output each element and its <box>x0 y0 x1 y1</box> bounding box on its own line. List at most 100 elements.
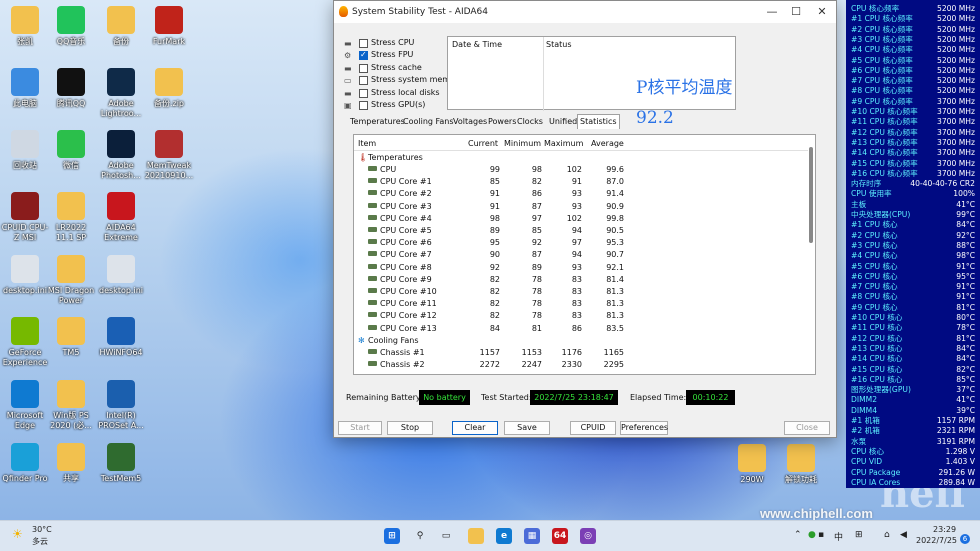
tab-cooling-fans[interactable]: Cooling Fans <box>401 115 456 129</box>
desktop-icon[interactable]: FurMark <box>144 6 194 47</box>
tab-voltages[interactable]: Voltages <box>451 115 489 129</box>
task-view-icon[interactable]: ▭ <box>438 528 454 544</box>
cpuid-button[interactable]: CPUID <box>570 421 616 435</box>
clock-date[interactable]: 2022/7/25 <box>916 536 957 545</box>
desktop-icon[interactable]: HWiNFO64 <box>96 317 146 358</box>
notification-badge[interactable]: 6 <box>960 534 970 544</box>
table-row[interactable]: CPU Core #5 89 85 94 90.5 <box>354 225 808 237</box>
table-row[interactable]: CPU Core #2 91 86 93 91.4 <box>354 188 808 200</box>
desktop-icon[interactable]: GeForce Experience <box>0 317 50 368</box>
desktop-icon[interactable]: TM5 <box>46 317 96 358</box>
table-row[interactable]: CPU Core #12 82 78 83 81.3 <box>354 310 808 322</box>
col-item[interactable]: Item <box>358 139 376 148</box>
checkbox[interactable] <box>359 50 368 60</box>
minimize-button[interactable]: — <box>764 4 780 20</box>
preferences-button[interactable]: Preferences <box>620 421 668 435</box>
maximize-button[interactable]: ☐ <box>788 4 804 20</box>
desktop-icon[interactable]: MemTweak 20210910... <box>144 130 194 181</box>
tray-app-icon[interactable]: ▪ <box>818 530 824 540</box>
start-menu-icon[interactable]: ⊞ <box>384 528 400 544</box>
close-window-button[interactable]: ✕ <box>814 4 830 20</box>
desktop-icon[interactable]: Adobe Photosh... <box>96 130 146 181</box>
table-row[interactable]: CPU Core #9 82 78 83 81.4 <box>354 274 808 286</box>
table-row[interactable]: CPU Core #4 98 97 102 99.8 <box>354 213 808 225</box>
edge-icon[interactable]: e <box>496 528 512 544</box>
desktop-icon[interactable]: desktop.ini <box>96 255 146 296</box>
volume-icon[interactable]: ◀ <box>900 530 907 540</box>
desktop-icon[interactable]: MSI Dragon Power <box>46 255 96 306</box>
desktop-icon[interactable]: 张凯 <box>0 6 50 47</box>
store-icon[interactable]: ▦ <box>524 528 540 544</box>
desktop-icon[interactable]: Microsoft Edge <box>0 380 50 431</box>
desktop-icon[interactable]: 解锁功耗 <box>776 444 826 485</box>
table-row[interactable]: CPU Core #6 95 92 97 95.3 <box>354 237 808 249</box>
clear-button[interactable]: Clear <box>452 421 498 435</box>
table-row[interactable]: CPU Core #10 82 78 83 81.3 <box>354 286 808 298</box>
desktop-icon[interactable]: 腾讯QQ <box>46 68 96 109</box>
tab-temperatures[interactable]: Temperatures <box>348 115 407 129</box>
checkbox[interactable] <box>359 101 368 110</box>
tray-overflow-icon[interactable]: ⌃ <box>794 530 802 540</box>
desktop-icon[interactable]: TestMem5 <box>96 443 146 484</box>
weather-temp[interactable]: 30°C <box>32 525 52 534</box>
desktop-icon[interactable]: desktop.ini <box>0 255 50 296</box>
col-current[interactable]: Current <box>468 139 498 148</box>
desktop-icon[interactable]: Adobe Lightroo... <box>96 68 146 119</box>
table-row[interactable]: CPU 99 98 102 99.6 <box>354 164 808 176</box>
checkbox[interactable] <box>359 39 368 48</box>
col-minimum[interactable]: Minimum <box>504 139 541 148</box>
desktop-icon[interactable]: 共享 <box>46 443 96 484</box>
table-row[interactable]: CPU Core #8 92 89 93 92.1 <box>354 262 808 274</box>
aida64-taskbar-icon[interactable]: 64 <box>552 528 568 544</box>
table-row[interactable]: Chassis #1 1157 1153 1176 1165 <box>354 347 808 359</box>
weather-desc[interactable]: 多云 <box>32 536 48 547</box>
tab-clocks[interactable]: Clocks <box>515 115 545 129</box>
desktop-icon[interactable]: 此电脑 <box>0 68 50 109</box>
desktop-icon[interactable]: Intel(R) PROSet A... <box>96 380 146 431</box>
group-row[interactable]: ✻ Cooling Fans <box>354 335 808 347</box>
tab-statistics[interactable]: Statistics <box>577 114 620 129</box>
tab-unified[interactable]: Unified <box>547 115 579 129</box>
desktop-icon[interactable]: QQ音乐 <box>46 6 96 47</box>
table-row[interactable]: CPU Core #11 82 78 83 81.3 <box>354 298 808 310</box>
weather-icon[interactable]: ☀ <box>12 527 23 541</box>
desktop-icon[interactable]: 回收站 <box>0 130 50 171</box>
checkbox[interactable] <box>359 76 368 85</box>
table-row[interactable]: CPU Core #13 84 81 86 83.5 <box>354 323 808 335</box>
search-icon[interactable]: ⚲ <box>412 528 428 544</box>
table-row[interactable]: Chassis #2 2272 2247 2330 2295 <box>354 359 808 371</box>
table-row[interactable]: CPU Core #7 90 87 94 90.7 <box>354 249 808 261</box>
app-taskbar-icon[interactable]: ◎ <box>580 528 596 544</box>
osd-label: #3 CPU 核心频率 <box>851 34 913 44</box>
file-explorer-icon[interactable] <box>468 528 484 544</box>
group-row[interactable]: 🌡 Temperatures <box>354 152 808 164</box>
col-average[interactable]: Average <box>591 139 624 148</box>
start-button[interactable]: Start <box>338 421 382 435</box>
ime-icon[interactable]: ⊞ <box>855 530 863 540</box>
col-maximum[interactable]: Maximum <box>544 139 583 148</box>
save-button[interactable]: Save <box>504 421 550 435</box>
network-icon[interactable]: ⌂ <box>884 530 890 540</box>
desktop-icon[interactable]: LR2022 11.1 SP <box>46 192 96 243</box>
table-scrollbar[interactable] <box>809 147 813 243</box>
desktop-icon-label: AIDA64 Extreme <box>104 223 138 242</box>
clock-time[interactable]: 23:29 <box>933 525 956 534</box>
desktop-icon[interactable]: 备份.zip <box>144 68 194 109</box>
checkbox[interactable] <box>359 64 368 73</box>
desktop-icon[interactable]: Win版 PS 2020 (必... <box>46 380 96 431</box>
desktop-icon[interactable]: 备份 <box>96 6 146 47</box>
checkbox[interactable] <box>359 89 368 98</box>
security-tray-icon[interactable]: ● <box>808 530 816 540</box>
stop-button[interactable]: Stop <box>387 421 433 435</box>
desktop-icon[interactable]: Qfinder Pro <box>0 443 50 484</box>
table-row[interactable]: CPU Core #1 85 82 91 87.0 <box>354 176 808 188</box>
tab-powers[interactable]: Powers <box>486 115 518 129</box>
desktop-icon[interactable]: 微信 <box>46 130 96 171</box>
ime-indicator[interactable]: 中 <box>834 530 843 543</box>
close-button[interactable]: Close <box>784 421 830 435</box>
desktop-icon[interactable]: AIDA64 Extreme <box>96 192 146 243</box>
desktop-icon[interactable]: CPUID CPU-Z MSI <box>0 192 50 243</box>
desktop-icon[interactable]: 290W <box>727 444 777 485</box>
title-bar[interactable]: System Stability Test - AIDA64 — ☐ ✕ <box>334 1 836 23</box>
table-row[interactable]: CPU Core #3 91 87 93 90.9 <box>354 201 808 213</box>
